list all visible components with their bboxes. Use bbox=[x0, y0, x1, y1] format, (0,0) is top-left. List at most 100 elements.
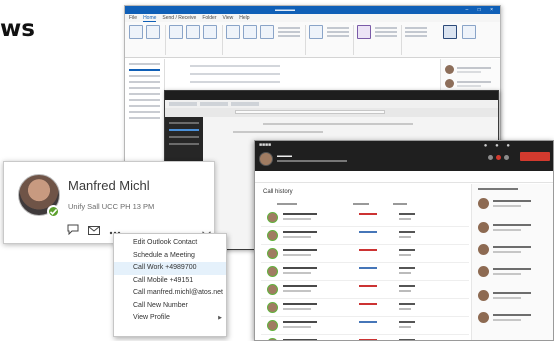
list-item[interactable] bbox=[478, 244, 550, 258]
sidebar-item-selected[interactable] bbox=[169, 129, 199, 131]
avatar bbox=[267, 320, 278, 331]
table-row[interactable] bbox=[261, 281, 469, 299]
menu-item-call-mobile[interactable]: Call Mobile +49151 bbox=[114, 275, 226, 288]
sidebar-item[interactable] bbox=[169, 122, 199, 124]
forward-icon[interactable] bbox=[260, 25, 274, 39]
list-item[interactable] bbox=[478, 266, 550, 280]
outlook-ribbon-tabs: File Home Send / Receive Folder View Hel… bbox=[125, 14, 500, 22]
folder-item[interactable] bbox=[129, 81, 160, 83]
delete-icon[interactable] bbox=[186, 25, 200, 39]
page-heading-fragment: ws bbox=[0, 16, 35, 42]
sidebar-item[interactable] bbox=[169, 143, 199, 145]
ignore-icon[interactable] bbox=[169, 25, 183, 39]
column-header[interactable] bbox=[353, 203, 369, 205]
teams-meeting-icon[interactable] bbox=[357, 25, 371, 39]
table-row[interactable] bbox=[261, 245, 469, 263]
rules-list[interactable] bbox=[327, 27, 349, 39]
reply-all-icon[interactable] bbox=[243, 25, 257, 39]
folder-item[interactable] bbox=[129, 87, 160, 89]
ribbon-tab-folder[interactable]: Folder bbox=[202, 15, 216, 21]
menu-item-call-email[interactable]: Call manfred.michl@atos.net bbox=[114, 287, 226, 300]
avatar bbox=[478, 290, 489, 301]
find-list[interactable] bbox=[405, 27, 427, 39]
avatar bbox=[445, 79, 454, 88]
chat-icon[interactable] bbox=[67, 222, 79, 240]
list-item[interactable] bbox=[190, 81, 280, 83]
ribbon-tab-file[interactable]: File bbox=[129, 15, 137, 21]
browser-tab[interactable] bbox=[169, 102, 197, 106]
contact-card: Manfred Michl Unify Sall UCC PH 13 PM bbox=[3, 161, 215, 244]
new-items-icon[interactable] bbox=[146, 25, 160, 39]
menu-item-schedule-meeting[interactable]: Schedule a Meeting bbox=[114, 250, 226, 263]
avatar bbox=[478, 222, 489, 233]
menu-item-call-work[interactable]: Call Work +4989700 bbox=[114, 262, 226, 275]
menu-item-call-new-number[interactable]: Call New Number bbox=[114, 300, 226, 313]
table-row[interactable] bbox=[261, 317, 469, 335]
folder-item[interactable] bbox=[129, 117, 160, 119]
folder-item[interactable] bbox=[129, 111, 160, 113]
quick-steps-list[interactable] bbox=[278, 27, 300, 39]
browser-tab[interactable] bbox=[231, 102, 259, 106]
list-item[interactable] bbox=[478, 198, 550, 212]
addin-icon[interactable] bbox=[462, 25, 476, 39]
settings-icon[interactable] bbox=[504, 155, 509, 160]
list-item[interactable] bbox=[478, 290, 550, 304]
folder-item[interactable] bbox=[129, 63, 160, 65]
menu-item-label: Call New Number bbox=[133, 301, 188, 309]
menu-item-view-profile[interactable]: View Profile ▶ bbox=[114, 312, 226, 325]
browser-tab[interactable] bbox=[200, 102, 228, 106]
ribbon-tab-help[interactable]: Help bbox=[239, 15, 249, 21]
people-item[interactable] bbox=[445, 79, 497, 89]
avatar bbox=[445, 65, 454, 74]
folder-item-selected[interactable] bbox=[129, 69, 160, 71]
window-controls-icon[interactable]: – □ × bbox=[466, 7, 498, 13]
tags-list[interactable] bbox=[375, 27, 397, 39]
avatar bbox=[267, 212, 278, 223]
table-row[interactable] bbox=[261, 263, 469, 281]
folder-item[interactable] bbox=[129, 93, 160, 95]
record-icon[interactable] bbox=[496, 155, 501, 160]
contact-context-menu: Edit Outlook Contact Schedule a Meeting … bbox=[113, 233, 227, 337]
avatar bbox=[267, 302, 278, 313]
list-item[interactable] bbox=[478, 222, 550, 236]
list-item[interactable] bbox=[478, 312, 550, 326]
ribbon-tab-view[interactable]: View bbox=[223, 15, 234, 21]
table-row[interactable] bbox=[261, 209, 469, 227]
address-bar bbox=[165, 108, 498, 117]
move-icon[interactable] bbox=[309, 25, 323, 39]
contact-status: Unify Sall UCC PH 13 PM bbox=[68, 202, 155, 211]
contact-name: Manfred Michl bbox=[68, 178, 150, 193]
end-call-button[interactable] bbox=[520, 152, 550, 161]
table-row[interactable] bbox=[261, 227, 469, 245]
pane-header bbox=[478, 188, 518, 190]
archive-icon[interactable] bbox=[203, 25, 217, 39]
header-icons[interactable]: ● ● ● bbox=[484, 143, 513, 149]
mute-icon[interactable] bbox=[488, 155, 493, 160]
column-header[interactable] bbox=[393, 203, 407, 205]
list-item[interactable] bbox=[190, 65, 280, 67]
avatar bbox=[267, 266, 278, 277]
ribbon-tab-send-receive[interactable]: Send / Receive bbox=[162, 15, 196, 21]
address-input[interactable] bbox=[235, 110, 385, 114]
sidebar-item[interactable] bbox=[169, 136, 199, 138]
list-item[interactable] bbox=[190, 73, 280, 75]
menu-item-edit-contact[interactable]: Edit Outlook Contact bbox=[114, 237, 226, 250]
folder-item[interactable] bbox=[129, 75, 160, 77]
avatar[interactable] bbox=[259, 152, 273, 166]
browser-tabs bbox=[165, 100, 498, 108]
menu-item-label: Call Work +4989700 bbox=[133, 264, 197, 271]
ribbon-tab-home[interactable]: Home bbox=[143, 15, 157, 22]
column-header[interactable] bbox=[277, 203, 297, 205]
reply-icon[interactable] bbox=[226, 25, 240, 39]
mail-icon[interactable] bbox=[88, 222, 100, 240]
avatar bbox=[267, 248, 278, 259]
unify-phone-window: ■■■■ ▬▬▬ ● ● ● Call history bbox=[254, 140, 554, 341]
content-line bbox=[233, 131, 323, 133]
table-row[interactable] bbox=[261, 335, 469, 340]
folder-item[interactable] bbox=[129, 105, 160, 107]
new-email-icon[interactable] bbox=[129, 25, 143, 39]
folder-item[interactable] bbox=[129, 99, 160, 101]
table-row[interactable] bbox=[261, 299, 469, 317]
people-item[interactable] bbox=[445, 65, 497, 75]
shield-icon[interactable] bbox=[443, 25, 457, 39]
